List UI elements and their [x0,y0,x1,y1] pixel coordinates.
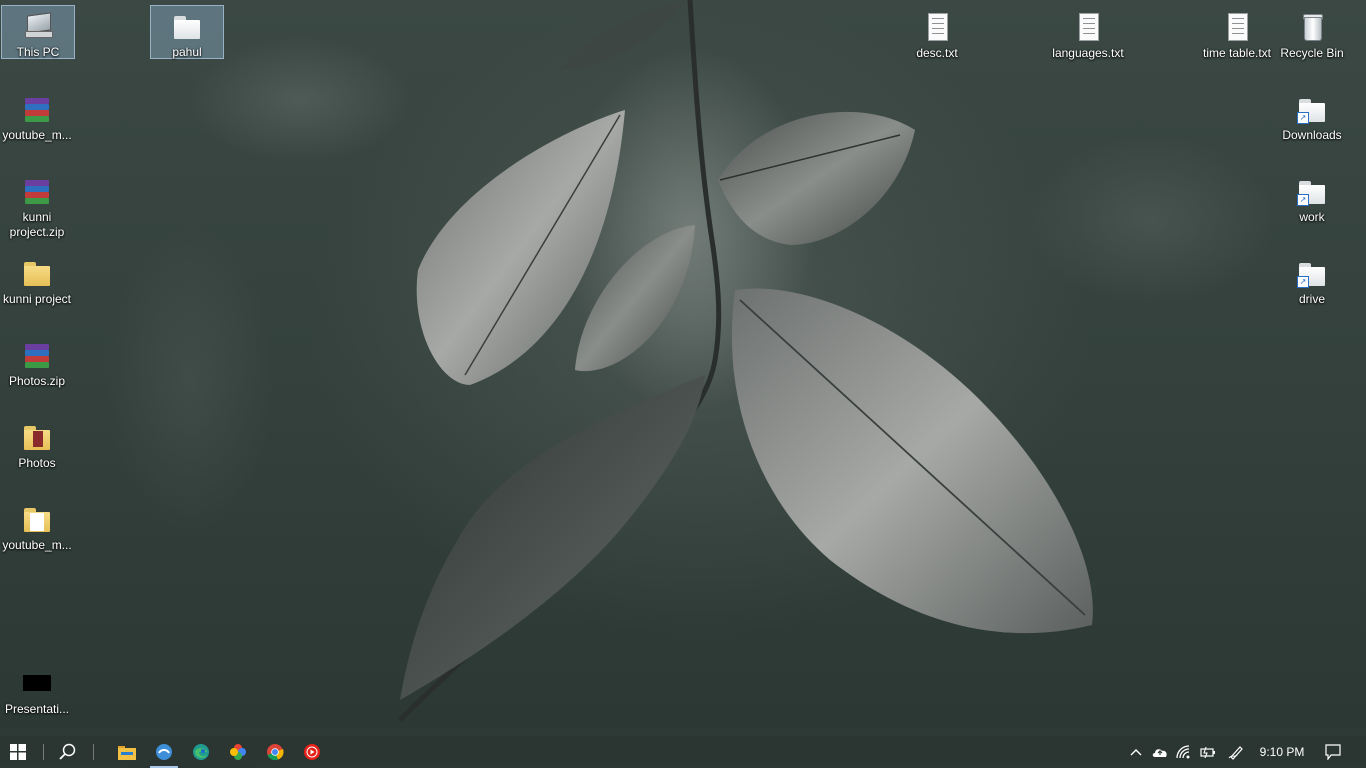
desktop-icon-label: drive [1298,292,1325,306]
desktop-icon-pahul[interactable]: pahul [150,5,224,59]
tray-pen[interactable] [1224,736,1248,768]
desktop-icon-label: kunni project [2,292,72,306]
youtube-music-icon [304,744,320,760]
folder-icon [21,421,53,453]
winrar-archive-icon [21,93,53,125]
onedrive-cloud-icon [1152,749,1167,757]
action-center-icon [1325,744,1341,760]
desktop-icon-label: youtube_m... [2,128,72,142]
desktop-icon-languages-txt[interactable]: languages.txt [1050,6,1126,62]
taskbar-youtube-music[interactable] [294,736,330,768]
black-thumbnail-icon [21,667,53,699]
chrome-icon [267,744,284,761]
this-pc-icon [22,10,54,42]
desktop-icon-drive[interactable]: ↗ drive [1275,252,1349,308]
taskbar-clock[interactable]: 9:10 PM [1254,736,1310,768]
desktop-icon-label: This PC [16,45,60,59]
folder-shortcut-icon: ↗ [1296,257,1328,289]
taskbar-edge[interactable] [183,736,219,768]
desktop-icon-photos-zip[interactable]: Photos.zip [0,334,74,390]
desktop-icon-photos[interactable]: Photos [0,416,74,472]
taskbar-separator [43,744,44,760]
wallpaper-leaves [398,0,1093,722]
desktop-icon-label: Recycle Bin [1280,46,1344,60]
taskbar: 9:10 PM [0,736,1366,768]
taskbar-separator [93,744,94,760]
app-icon [156,744,172,760]
desktop-icon-label: youtube_m... [2,538,72,552]
desktop-icon-label: Photos.zip [8,374,66,388]
desktop-icon-label: kunni project.zip [9,210,65,239]
desktop-icon-label: Presentati... [4,702,70,716]
desktop-icon-work[interactable]: ↗ work [1275,170,1349,226]
folder-icon [21,257,53,289]
desktop-icon-desc-txt[interactable]: desc.txt [900,6,974,62]
desktop-icon-this-pc[interactable]: This PC [1,5,75,59]
desktop-icon-label: time table.txt [1202,46,1272,60]
edge-icon [193,744,209,760]
desktop-icon-label: Photos [18,456,56,470]
tray-network[interactable] [1172,736,1196,768]
search-icon [59,743,76,760]
tray-battery[interactable] [1196,736,1220,768]
winrar-archive-icon [21,175,53,207]
desktop-icon-presentation[interactable]: Presentati... [0,662,74,718]
desktop[interactable]: This PC youtube_m... kunni project.zip k… [0,0,1366,728]
show-hidden-icons-chevron-icon [1130,749,1142,756]
taskbar-chrome[interactable] [257,736,293,768]
taskbar-active-app[interactable] [146,736,182,768]
folder-shortcut-icon: ↗ [1296,93,1328,125]
taskbar-photos[interactable] [220,736,256,768]
start-button[interactable] [0,736,36,768]
desktop-icon-time-table-txt[interactable]: time table.txt [1198,6,1276,62]
text-file-icon [1221,11,1253,43]
desktop-icon-kunni-project[interactable]: kunni project [0,252,74,308]
desktop-icon-downloads[interactable]: ↗ Downloads [1275,88,1349,144]
folder-icon [21,503,53,535]
desktop-icon-label: Downloads [1282,128,1342,142]
network-icon [1176,745,1190,759]
show-hidden-icons-button[interactable] [1124,736,1148,768]
desktop-icon-label: pahul [172,45,202,59]
desktop-icon-label: languages.txt [1052,46,1124,60]
taskbar-file-explorer[interactable] [109,736,145,768]
folder-shortcut-icon: ↗ [1296,175,1328,207]
search-button[interactable] [50,736,86,768]
desktop-icon-youtube-m-folder[interactable]: youtube_m... [0,498,74,554]
desktop-icon-kunni-project-zip[interactable]: kunni project.zip [0,170,74,241]
action-center-button[interactable] [1321,736,1345,768]
pen-icon [1228,746,1243,760]
battery-icon [1200,746,1215,758]
text-file-icon [921,11,953,43]
text-file-icon [1072,11,1104,43]
winrar-archive-icon [21,339,53,371]
desktop-icon-label: work [1299,210,1325,224]
desktop-icon-youtube-m-archive[interactable]: youtube_m... [0,88,74,144]
desktop-icon-label: desc.txt [916,46,958,60]
desktop-icon-recycle-bin[interactable]: Recycle Bin [1278,6,1346,62]
photos-icon [230,744,246,760]
recycle-bin-icon [1296,11,1328,43]
file-explorer-icon [118,746,136,760]
folder-icon [171,10,203,42]
tray-onedrive[interactable] [1148,736,1172,768]
windows-start-icon [10,744,26,760]
